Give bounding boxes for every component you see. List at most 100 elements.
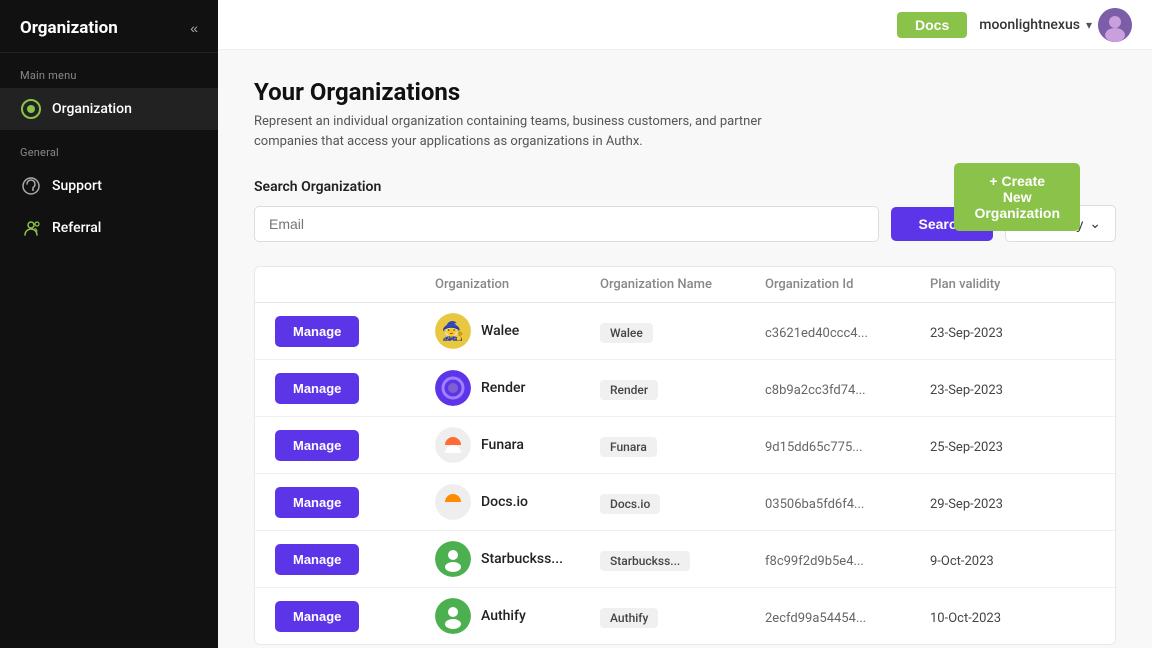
- referral-icon: [20, 217, 42, 239]
- manage-cell: Manage: [275, 316, 435, 347]
- org-cell: Authify: [435, 598, 600, 634]
- table-body: Manage 🧙 Walee Walee c3621ed40ccc4... 23…: [255, 303, 1115, 644]
- org-avatar: [435, 541, 471, 577]
- org-avatar: [435, 370, 471, 406]
- org-id-cell: c3621ed40ccc4...: [765, 322, 930, 341]
- org-avatar: 🧙: [435, 313, 471, 349]
- org-id-cell: 03506ba5fd6f4...: [765, 493, 930, 512]
- org-cell: Starbuckss...: [435, 541, 600, 577]
- org-icon: [20, 98, 42, 120]
- manage-cell: Manage: [275, 544, 435, 575]
- sidebar-item-referral[interactable]: Referral: [0, 207, 218, 249]
- manage-button[interactable]: Manage: [275, 316, 359, 347]
- org-id: f8c99f2d9b5e4...: [765, 554, 864, 569]
- sidebar-section-main: Main menu Organization: [0, 53, 218, 130]
- org-name: Authify: [481, 608, 526, 624]
- org-name-badge: Funara: [600, 437, 657, 457]
- plan-validity: 23-Sep-2023: [930, 383, 1003, 398]
- manage-button[interactable]: Manage: [275, 544, 359, 575]
- org-name-badge-cell: Authify: [600, 607, 765, 626]
- page-top: Your Organizations Represent an individu…: [254, 78, 1116, 179]
- org-name-badge-cell: Docs.io: [600, 493, 765, 512]
- sidebar-title: Organization: [20, 18, 118, 38]
- sidebar-item-label: Referral: [52, 220, 101, 236]
- org-avatar: [435, 484, 471, 520]
- plan-validity: 10-Oct-2023: [930, 611, 1001, 626]
- create-organization-button[interactable]: + Create New Organization: [954, 163, 1080, 231]
- plan-validity: 23-Sep-2023: [930, 326, 1003, 341]
- plan-validity-cell: 29-Sep-2023: [930, 493, 1095, 512]
- table-row: Manage Render Render c8b9a2cc3fd74... 23…: [255, 360, 1115, 417]
- org-name-badge: Render: [600, 380, 658, 400]
- plan-validity-cell: 10-Oct-2023: [930, 607, 1095, 626]
- col-plan-validity: Plan validity: [930, 277, 1095, 292]
- org-name: Walee: [481, 323, 519, 339]
- sidebar-item-support[interactable]: Support: [0, 165, 218, 207]
- org-name-badge-cell: Funara: [600, 436, 765, 455]
- org-avatar: [435, 598, 471, 634]
- manage-cell: Manage: [275, 601, 435, 632]
- org-id: c3621ed40ccc4...: [765, 326, 868, 341]
- chevron-down-icon: ▾: [1086, 18, 1092, 32]
- collapse-button[interactable]: «: [186, 18, 202, 38]
- org-cell: Funara: [435, 427, 600, 463]
- org-name-badge: Starbuckss...: [600, 551, 690, 571]
- sidebar-item-label: Organization: [52, 101, 132, 117]
- plan-validity: 25-Sep-2023: [930, 440, 1003, 455]
- manage-button[interactable]: Manage: [275, 430, 359, 461]
- support-icon: [20, 175, 42, 197]
- search-input[interactable]: [254, 206, 879, 242]
- org-name: Funara: [481, 437, 524, 453]
- user-menu[interactable]: moonlightnexus ▾: [979, 8, 1132, 42]
- col-action: [275, 277, 435, 292]
- plan-validity-cell: 23-Sep-2023: [930, 322, 1095, 341]
- table-row: Manage Funara Funara 9d15dd65c775... 25-…: [255, 417, 1115, 474]
- col-org-id: Organization Id: [765, 277, 930, 292]
- org-name-badge-cell: Render: [600, 379, 765, 398]
- org-cell: Render: [435, 370, 600, 406]
- sidebar-section-label-general: General: [0, 130, 218, 165]
- org-name: Docs.io: [481, 494, 528, 510]
- manage-button[interactable]: Manage: [275, 487, 359, 518]
- org-cell: 🧙 Walee: [435, 313, 600, 349]
- org-avatar: [435, 427, 471, 463]
- sidebar-header: Organization «: [0, 0, 218, 53]
- table-row: Manage Docs.io Docs.io 03506ba5fd6f4... …: [255, 474, 1115, 531]
- manage-cell: Manage: [275, 487, 435, 518]
- col-organization: Organization: [435, 277, 600, 292]
- org-name-badge: Walee: [600, 323, 653, 343]
- plan-validity-cell: 23-Sep-2023: [930, 379, 1095, 398]
- docs-button[interactable]: Docs: [897, 12, 967, 38]
- sidebar-section-general: General Support Referral: [0, 130, 218, 249]
- plan-validity-cell: 25-Sep-2023: [930, 436, 1095, 455]
- org-name-badge: Docs.io: [600, 494, 660, 514]
- table-row: Manage Authify Authify 2ecfd99a54454... …: [255, 588, 1115, 644]
- manage-button[interactable]: Manage: [275, 373, 359, 404]
- username: moonlightnexus: [979, 17, 1080, 33]
- org-id: 03506ba5fd6f4...: [765, 497, 864, 512]
- manage-cell: Manage: [275, 430, 435, 461]
- org-cell: Docs.io: [435, 484, 600, 520]
- sidebar: Organization « Main menu Organization Ge…: [0, 0, 218, 648]
- org-id: c8b9a2cc3fd74...: [765, 383, 866, 398]
- org-name: Render: [481, 380, 525, 396]
- manage-button[interactable]: Manage: [275, 601, 359, 632]
- org-id: 2ecfd99a54454...: [765, 611, 866, 626]
- table-row: Manage 🧙 Walee Walee c3621ed40ccc4... 23…: [255, 303, 1115, 360]
- plan-validity: 9-Oct-2023: [930, 554, 994, 569]
- col-org-name: Organization Name: [600, 277, 765, 292]
- main-area: Docs moonlightnexus ▾ Your Organizations…: [218, 0, 1152, 648]
- sidebar-section-label-main: Main menu: [0, 53, 218, 88]
- content-area: Your Organizations Represent an individu…: [218, 50, 1152, 648]
- avatar: [1098, 8, 1132, 42]
- org-name-badge-cell: Walee: [600, 322, 765, 341]
- org-name-badge-cell: Starbuckss...: [600, 550, 765, 569]
- org-id-cell: f8c99f2d9b5e4...: [765, 550, 930, 569]
- search-by-chevron-icon: ⌄: [1089, 215, 1101, 232]
- plan-validity: 29-Sep-2023: [930, 497, 1003, 512]
- org-id-cell: 2ecfd99a54454...: [765, 607, 930, 626]
- org-id: 9d15dd65c775...: [765, 440, 863, 455]
- page-description: Represent an individual organization con…: [254, 112, 774, 151]
- table-row: Manage Starbuckss... Starbuckss... f8c99…: [255, 531, 1115, 588]
- sidebar-item-organization[interactable]: Organization: [0, 88, 218, 130]
